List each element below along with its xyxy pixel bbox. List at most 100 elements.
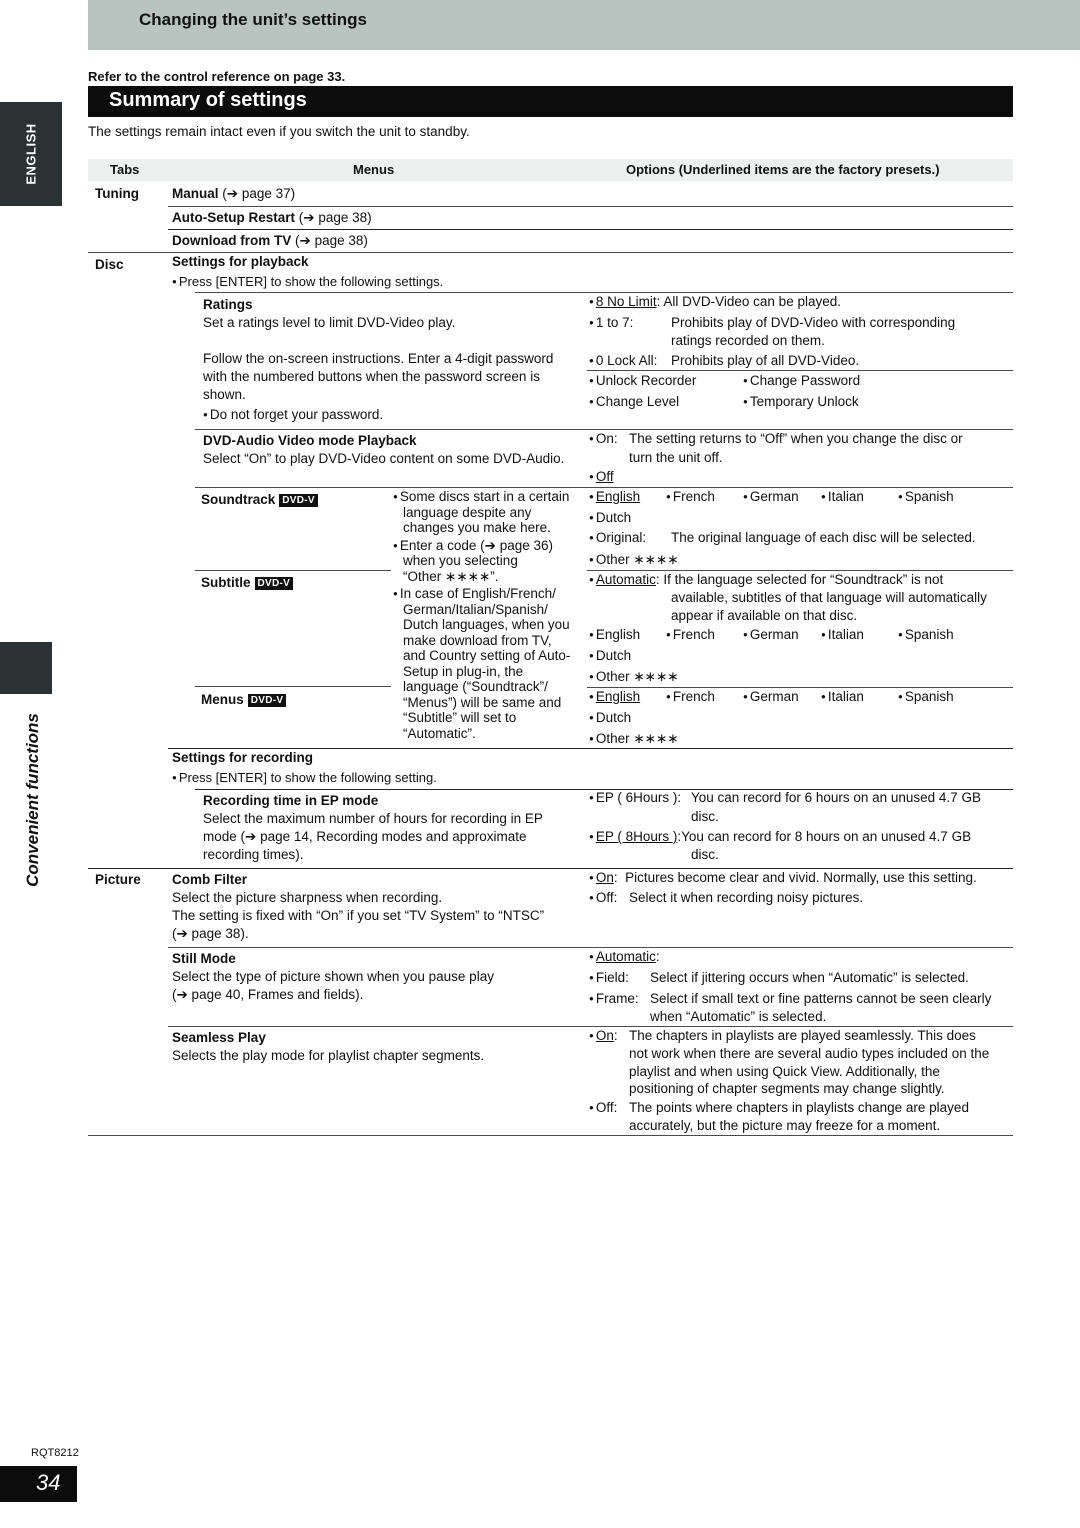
seamless-play-desc: Selects the play mode for playlist chapt… xyxy=(172,1048,485,1063)
menus-option-english: English xyxy=(589,688,640,706)
option-0-lock-all-desc: Prohibits play of all DVD-Video. xyxy=(671,353,860,368)
section-title: Changing the unit’s settings xyxy=(139,10,367,29)
option-change-level: Change Level xyxy=(589,393,679,411)
soundtrack-option-french: French xyxy=(666,488,715,506)
soundtrack-title: Soundtrack DVD-V xyxy=(201,491,318,509)
ep-option-6-hours: EP ( 6Hours ): xyxy=(589,789,681,807)
ratings-title: Ratings xyxy=(203,297,253,312)
menus-title: Menus DVD-V xyxy=(201,691,287,709)
option-unlock-recorder: Unlock Recorder xyxy=(589,372,697,390)
note-line: “Subtitle” will set to xyxy=(403,710,517,725)
tab-picture: Picture xyxy=(95,872,141,887)
ratings-instructions: Follow the on-screen instructions. Enter… xyxy=(203,351,554,366)
recording-note: Press [ENTER] to show the following sett… xyxy=(172,769,437,787)
comb-filter-desc: Select the picture sharpness when record… xyxy=(172,890,443,905)
subtitle-option-italian: Italian xyxy=(821,626,864,644)
option-on-desc: turn the unit off. xyxy=(629,450,723,465)
option-0-lock-all: 0 Lock All: xyxy=(589,352,658,370)
still-option-automatic: Automatic: xyxy=(589,948,660,966)
menus-option-german: German xyxy=(743,688,799,706)
menu-download-from-tv: Download from TV (➔ page 38) xyxy=(172,233,368,248)
note-line: Dutch languages, when you xyxy=(403,617,570,632)
playback-heading: Settings for playback xyxy=(172,254,309,269)
option-on: On: xyxy=(589,430,618,448)
page-number: 34 xyxy=(36,1470,61,1495)
ep-option-8-hours: EP ( 8Hours ):You can record for 8 hours… xyxy=(589,828,971,846)
subtitle-option-spanish: Spanish xyxy=(898,626,954,644)
option-1-to-7: 1 to 7: xyxy=(589,314,634,332)
ep-mode-title: Recording time in EP mode xyxy=(203,793,379,808)
table-bottom-rule xyxy=(88,1135,1013,1136)
comb-filter-desc: The setting is fixed with “On” if you se… xyxy=(172,908,545,923)
seamless-option-on-desc: The chapters in playlists are played sea… xyxy=(629,1028,976,1043)
comb-option-on: On: Pictures become clear and vivid. Nor… xyxy=(589,869,977,887)
subtitle-option-german: German xyxy=(743,626,799,644)
still-option-field: Field: xyxy=(589,969,629,987)
note-line: “Automatic”. xyxy=(403,725,476,741)
note-line: German/Italian/Spanish/ xyxy=(403,601,548,617)
tab-disc: Disc xyxy=(95,257,124,272)
comb-option-off-desc: Select it when recording noisy pictures. xyxy=(629,890,864,905)
note-line: “Menus”) will be same and xyxy=(403,694,562,710)
tab-tuning: Tuning xyxy=(95,186,139,201)
note-line: make download from TV, xyxy=(403,632,552,648)
divider xyxy=(168,206,1013,207)
menus-option-spanish: Spanish xyxy=(898,688,954,706)
dvd-audio-desc: Select “On” to play DVD-Video content on… xyxy=(203,451,565,466)
divider xyxy=(168,229,1013,230)
seamless-option-on: On: xyxy=(589,1027,618,1045)
ep-option-6-hours-desc: You can record for 6 hours on an unused … xyxy=(691,790,981,805)
subtitle-option-other: Other ∗∗∗∗ xyxy=(589,668,679,686)
language-tab-label: ENGLISH xyxy=(23,123,39,185)
option-8-no-limit: 8 No Limit: All DVD-Video can be played. xyxy=(589,293,841,311)
still-mode-desc: Select the type of picture shown when yo… xyxy=(172,969,494,984)
ratings-password-note: Do not forget your password. xyxy=(203,406,383,424)
comb-filter-desc: (➔ page 38). xyxy=(172,926,249,941)
recording-heading: Settings for recording xyxy=(172,750,314,765)
soundtrack-option-original-desc: The original language of each disc will … xyxy=(671,530,976,545)
still-option-frame-desc: Select if small text or fine patterns ca… xyxy=(650,991,992,1006)
dvd-audio-title: DVD-Audio Video mode Playback xyxy=(203,433,417,448)
dvd-v-badge: DVD-V xyxy=(254,577,294,590)
note-line: language despite any xyxy=(403,504,532,520)
menus-option-french: French xyxy=(666,688,715,706)
soundtrack-option-other: Other ∗∗∗∗ xyxy=(589,551,679,569)
comb-filter-title: Comb Filter xyxy=(172,872,248,887)
option-on-desc: The setting returns to “Off” when you ch… xyxy=(629,431,963,446)
menu-manual: Manual (➔ page 37) xyxy=(172,186,296,201)
ep-mode-desc: Select the maximum number of hours for r… xyxy=(203,811,543,826)
note-line: Setup in plug-in, the xyxy=(403,663,524,679)
still-option-field-desc: Select if jittering occurs when “Automat… xyxy=(650,970,969,985)
still-mode-desc: (➔ page 40, Frames and fields). xyxy=(172,987,364,1002)
seamless-option-off: Off: xyxy=(589,1099,618,1117)
chapter-marker xyxy=(0,642,52,694)
still-option-frame-desc: when “Automatic” is selected. xyxy=(650,1009,827,1024)
seamless-play-title: Seamless Play xyxy=(172,1030,266,1045)
seamless-option-on-desc: playlist and when using Quick View. Addi… xyxy=(629,1064,940,1079)
soundtrack-option-english: English xyxy=(589,488,640,506)
menus-option-italian: Italian xyxy=(821,688,864,706)
ep-mode-desc: mode (➔ page 14, Recording modes and app… xyxy=(203,829,527,844)
note-line: changes you make here. xyxy=(403,520,551,535)
menus-option-other: Other ∗∗∗∗ xyxy=(589,730,679,748)
subtitle-option-dutch: Dutch xyxy=(589,647,631,665)
dvd-v-badge: DVD-V xyxy=(247,694,287,707)
note-line: Enter a code (➔ page 36) xyxy=(393,538,570,554)
soundtrack-option-german: German xyxy=(743,488,799,506)
page-title: Summary of settings xyxy=(109,89,307,111)
note-line: language (“Soundtrack”/ xyxy=(403,679,548,694)
subtitle-title: Subtitle DVD-V xyxy=(201,574,294,592)
still-mode-title: Still Mode xyxy=(172,951,236,966)
menu-auto-setup-restart: Auto-Setup Restart (➔ page 38) xyxy=(172,210,372,225)
ep-option-8-hours-desc: disc. xyxy=(691,847,719,862)
soundtrack-option-dutch: Dutch xyxy=(589,509,631,527)
seamless-option-off-desc: accurately, but the picture may freeze f… xyxy=(629,1118,941,1133)
ratings-desc: Set a ratings level to limit DVD-Video p… xyxy=(203,315,456,330)
note-line: when you selecting xyxy=(403,553,518,568)
seamless-option-off-desc: The points where chapters in playlists c… xyxy=(629,1100,969,1115)
note-line: and Country setting of Auto- xyxy=(403,648,571,663)
option-off: Off xyxy=(589,468,614,486)
divider xyxy=(195,570,391,571)
subtitle-option-automatic: Automatic: If the language selected for … xyxy=(589,571,943,589)
playback-note: Press [ENTER] to show the following sett… xyxy=(172,273,443,291)
